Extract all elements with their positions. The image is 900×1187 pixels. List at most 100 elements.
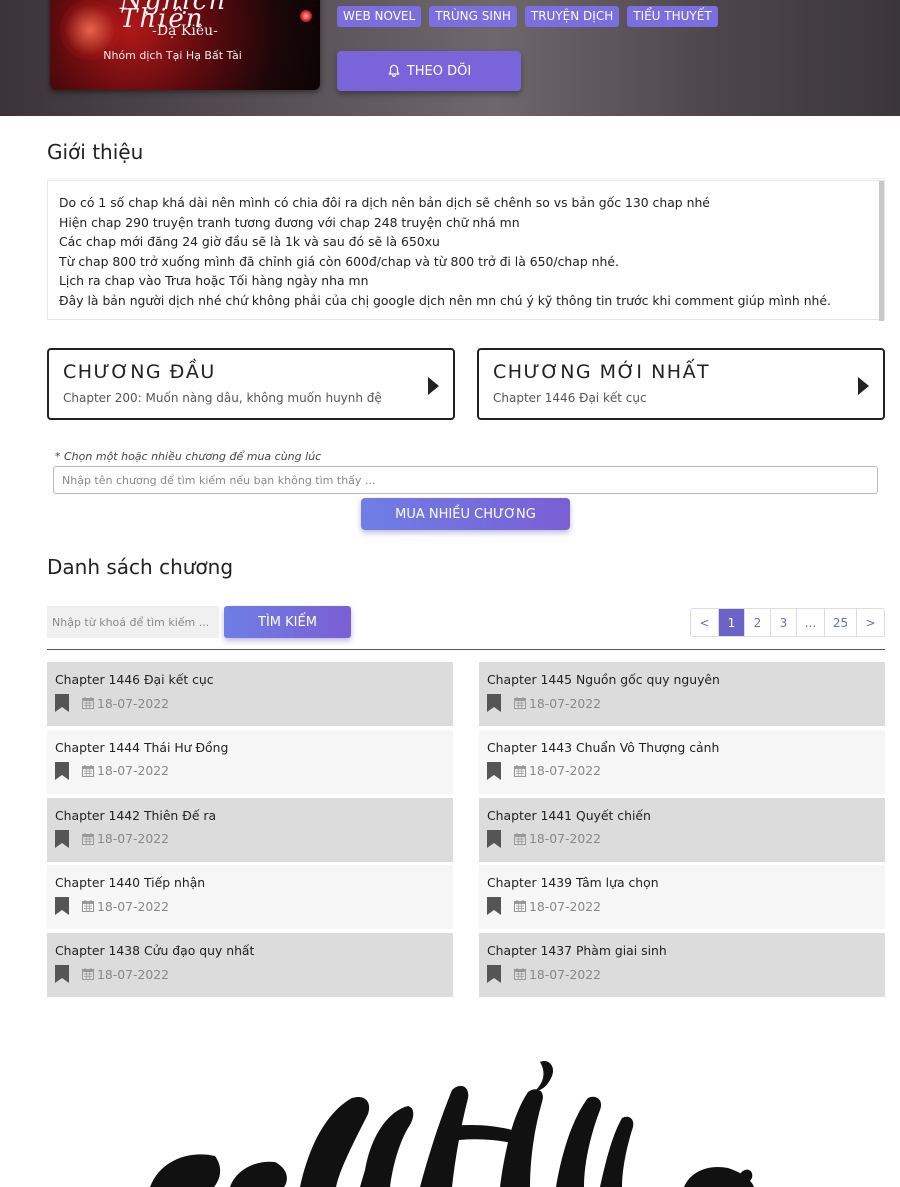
chapter-name[interactable]: Chapter 1439 Tâm lựa chọn (487, 875, 877, 891)
bell-icon (388, 64, 400, 77)
bookmark-icon[interactable] (487, 965, 501, 984)
bookmark-icon[interactable] (55, 761, 69, 780)
tag-tieu-thuyet[interactable]: TIỂU THUYẾT (627, 6, 718, 27)
chapter-date: 18-07-2022 (97, 695, 170, 711)
intro-scrollbar[interactable] (879, 181, 884, 321)
latest-chapter-label: CHƯƠNG MỚI NHẤT (493, 361, 711, 383)
follow-button[interactable]: THEO DÕI (337, 51, 521, 91)
chapter-row[interactable]: Chapter 1443 Chuẩn Vô Thượng cảnh 18-07-2… (479, 729, 885, 794)
chapter-date: 18-07-2022 (97, 831, 170, 847)
chapter-row[interactable]: Chapter 1438 Cửu đạo quy nhất 18-07-2022 (47, 933, 453, 998)
chapter-row[interactable]: Chapter 1444 Thái Hư Đồng 18-07-2022 (47, 729, 453, 794)
chapter-date: 18-07-2022 (529, 898, 602, 914)
calendar-icon (82, 832, 94, 845)
pagination-ellipsis: ... (797, 609, 825, 636)
genre-tags: WEB NOVEL TRÙNG SINH TRUYỆN DỊCH TIỂU TH… (337, 6, 718, 27)
calendar-icon (82, 697, 94, 709)
bookmark-icon[interactable] (487, 694, 501, 712)
chapter-name-search-input[interactable] (53, 466, 878, 494)
intro-text-box: Do có 1 số chap khá dài nên mình có chia… (47, 180, 885, 321)
chapter-row[interactable]: Chapter 1445 Nguồn gốc quy nguyên 18-07-2… (479, 662, 885, 726)
cover-image[interactable]: Nghịch Thiên -Dạ Kiêu- Nhóm dịch Tại Hạ … (50, 0, 320, 90)
bookmark-icon[interactable] (487, 829, 501, 848)
calendar-icon (514, 764, 526, 777)
pagination-prev[interactable]: < (691, 609, 719, 636)
chapter-meta: 18-07-2022 (487, 693, 877, 713)
chapter-row[interactable]: Chapter 1437 Phàm giai sinh 18-07-2022 (479, 933, 885, 998)
first-chapter-card[interactable]: CHƯƠNG ĐẦU Chapter 200: Muốn nàng dâu, k… (47, 348, 455, 420)
bookmark-icon[interactable] (55, 829, 69, 848)
buy-multiple-chapters-button[interactable]: MUA NHIỀU CHƯƠNG (361, 498, 570, 530)
multi-buy-hint: * Chọn một hoặc nhiều chương để mua cùng… (55, 450, 322, 463)
tag-web-novel[interactable]: WEB NOVEL (337, 6, 422, 27)
intro-line: Do có 1 số chap khá dài nên mình có chia… (59, 195, 710, 210)
chapter-date: 18-07-2022 (529, 966, 602, 982)
chapter-date: 18-07-2022 (529, 695, 602, 711)
pagination-page[interactable]: 1 (719, 609, 745, 636)
chapter-meta: 18-07-2022 (55, 964, 445, 984)
chapter-name[interactable]: Chapter 1445 Nguồn gốc quy nguyên (487, 672, 877, 688)
bookmark-icon[interactable] (487, 897, 501, 916)
calligraphy-title-art (150, 1060, 754, 1187)
bookmark-icon[interactable] (55, 897, 69, 916)
tag-truyen-dich[interactable]: TRUYỆN DỊCH (524, 6, 620, 27)
intro-line: Hiện chap 290 truyện tranh tương đương v… (59, 214, 520, 230)
chapter-date: 18-07-2022 (97, 966, 170, 982)
chapter-list-divider (47, 649, 885, 650)
first-chapter-title: Chapter 200: Muốn nàng dâu, không muốn h… (63, 391, 382, 405)
pagination-page[interactable]: 3 (771, 609, 797, 636)
search-button[interactable]: TÌM KIẾM (224, 606, 351, 638)
chapter-date: 18-07-2022 (97, 898, 170, 914)
novel-header: Nghịch Thiên -Dạ Kiêu- Nhóm dịch Tại Hạ … (0, 0, 900, 116)
chapter-row[interactable]: Chapter 1442 Thiên Đế ra 18-07-2022 (47, 797, 453, 862)
intro-title: Giới thiệu (47, 140, 144, 164)
pagination-next[interactable]: > (857, 609, 884, 636)
chapter-meta: 18-07-2022 (487, 761, 877, 781)
calendar-icon (514, 832, 526, 845)
tag-trung-sinh[interactable]: TRÙNG SINH (429, 6, 517, 27)
chapter-name[interactable]: Chapter 1441 Quyết chiến (487, 808, 877, 824)
chapter-name[interactable]: Chapter 1442 Thiên Đế ra (55, 808, 445, 824)
chapter-date: 18-07-2022 (529, 763, 602, 779)
chapter-meta: 18-07-2022 (55, 829, 445, 849)
intro-line: Lịch ra chap vào Trưa hoặc Tối hàng ngày… (59, 273, 369, 288)
chapter-row[interactable]: Chapter 1446 Đại kết cục 18-07-2022 (47, 662, 453, 726)
cover-title-art: Nghịch Thiên (120, 0, 228, 34)
keyword-search-input[interactable] (47, 606, 219, 638)
bookmark-icon[interactable] (55, 965, 69, 984)
chapter-meta: 18-07-2022 (487, 896, 877, 916)
calendar-icon (514, 900, 526, 913)
intro-divider (47, 178, 885, 179)
chapter-meta: 18-07-2022 (487, 829, 877, 849)
chapter-name[interactable]: Chapter 1437 Phàm giai sinh (487, 943, 877, 959)
chapter-name[interactable]: Chapter 1444 Thái Hư Đồng (55, 740, 445, 756)
chapter-name[interactable]: Chapter 1438 Cửu đạo quy nhất (55, 943, 445, 959)
chapter-row[interactable]: Chapter 1440 Tiếp nhận 18-07-2022 (47, 865, 453, 930)
calendar-icon (514, 968, 526, 981)
follow-label: THEO DÕI (406, 63, 472, 79)
chapter-meta: 18-07-2022 (487, 964, 877, 984)
chapter-meta: 18-07-2022 (55, 693, 445, 713)
play-arrow-icon (858, 377, 869, 395)
pagination-page[interactable]: 2 (745, 609, 771, 636)
chapter-date: 18-07-2022 (97, 763, 170, 779)
calendar-icon (514, 697, 526, 709)
chapter-meta: 18-07-2022 (55, 896, 445, 916)
intro-line: Từ chap 800 trở xuống mình đã chỉnh giá … (59, 253, 619, 269)
chapter-name[interactable]: Chapter 1440 Tiếp nhận (55, 875, 445, 891)
chapter-row[interactable]: Chapter 1441 Quyết chiến 18-07-2022 (479, 797, 885, 862)
bookmark-icon[interactable] (55, 694, 69, 712)
pagination-page[interactable]: 25 (825, 609, 857, 636)
chapter-meta: 18-07-2022 (55, 761, 445, 781)
latest-chapter-card[interactable]: CHƯƠNG MỚI NHẤT Chapter 1446 Đại kết cục (477, 348, 885, 420)
chapter-list-title: Danh sách chương (47, 555, 234, 579)
bookmark-icon[interactable] (487, 761, 501, 780)
chapter-name[interactable]: Chapter 1443 Chuẩn Vô Thượng cảnh (487, 740, 877, 756)
calendar-icon (82, 900, 94, 913)
chapter-name[interactable]: Chapter 1446 Đại kết cục (55, 672, 445, 688)
first-chapter-label: CHƯƠNG ĐẦU (63, 361, 216, 383)
intro-line: Các chap mới đăng 24 giờ đầu sẽ là 1k và… (59, 234, 440, 249)
chapter-row[interactable]: Chapter 1439 Tâm lựa chọn 18-07-2022 (479, 865, 885, 930)
calendar-icon (82, 764, 94, 777)
chapter-date: 18-07-2022 (529, 831, 602, 847)
